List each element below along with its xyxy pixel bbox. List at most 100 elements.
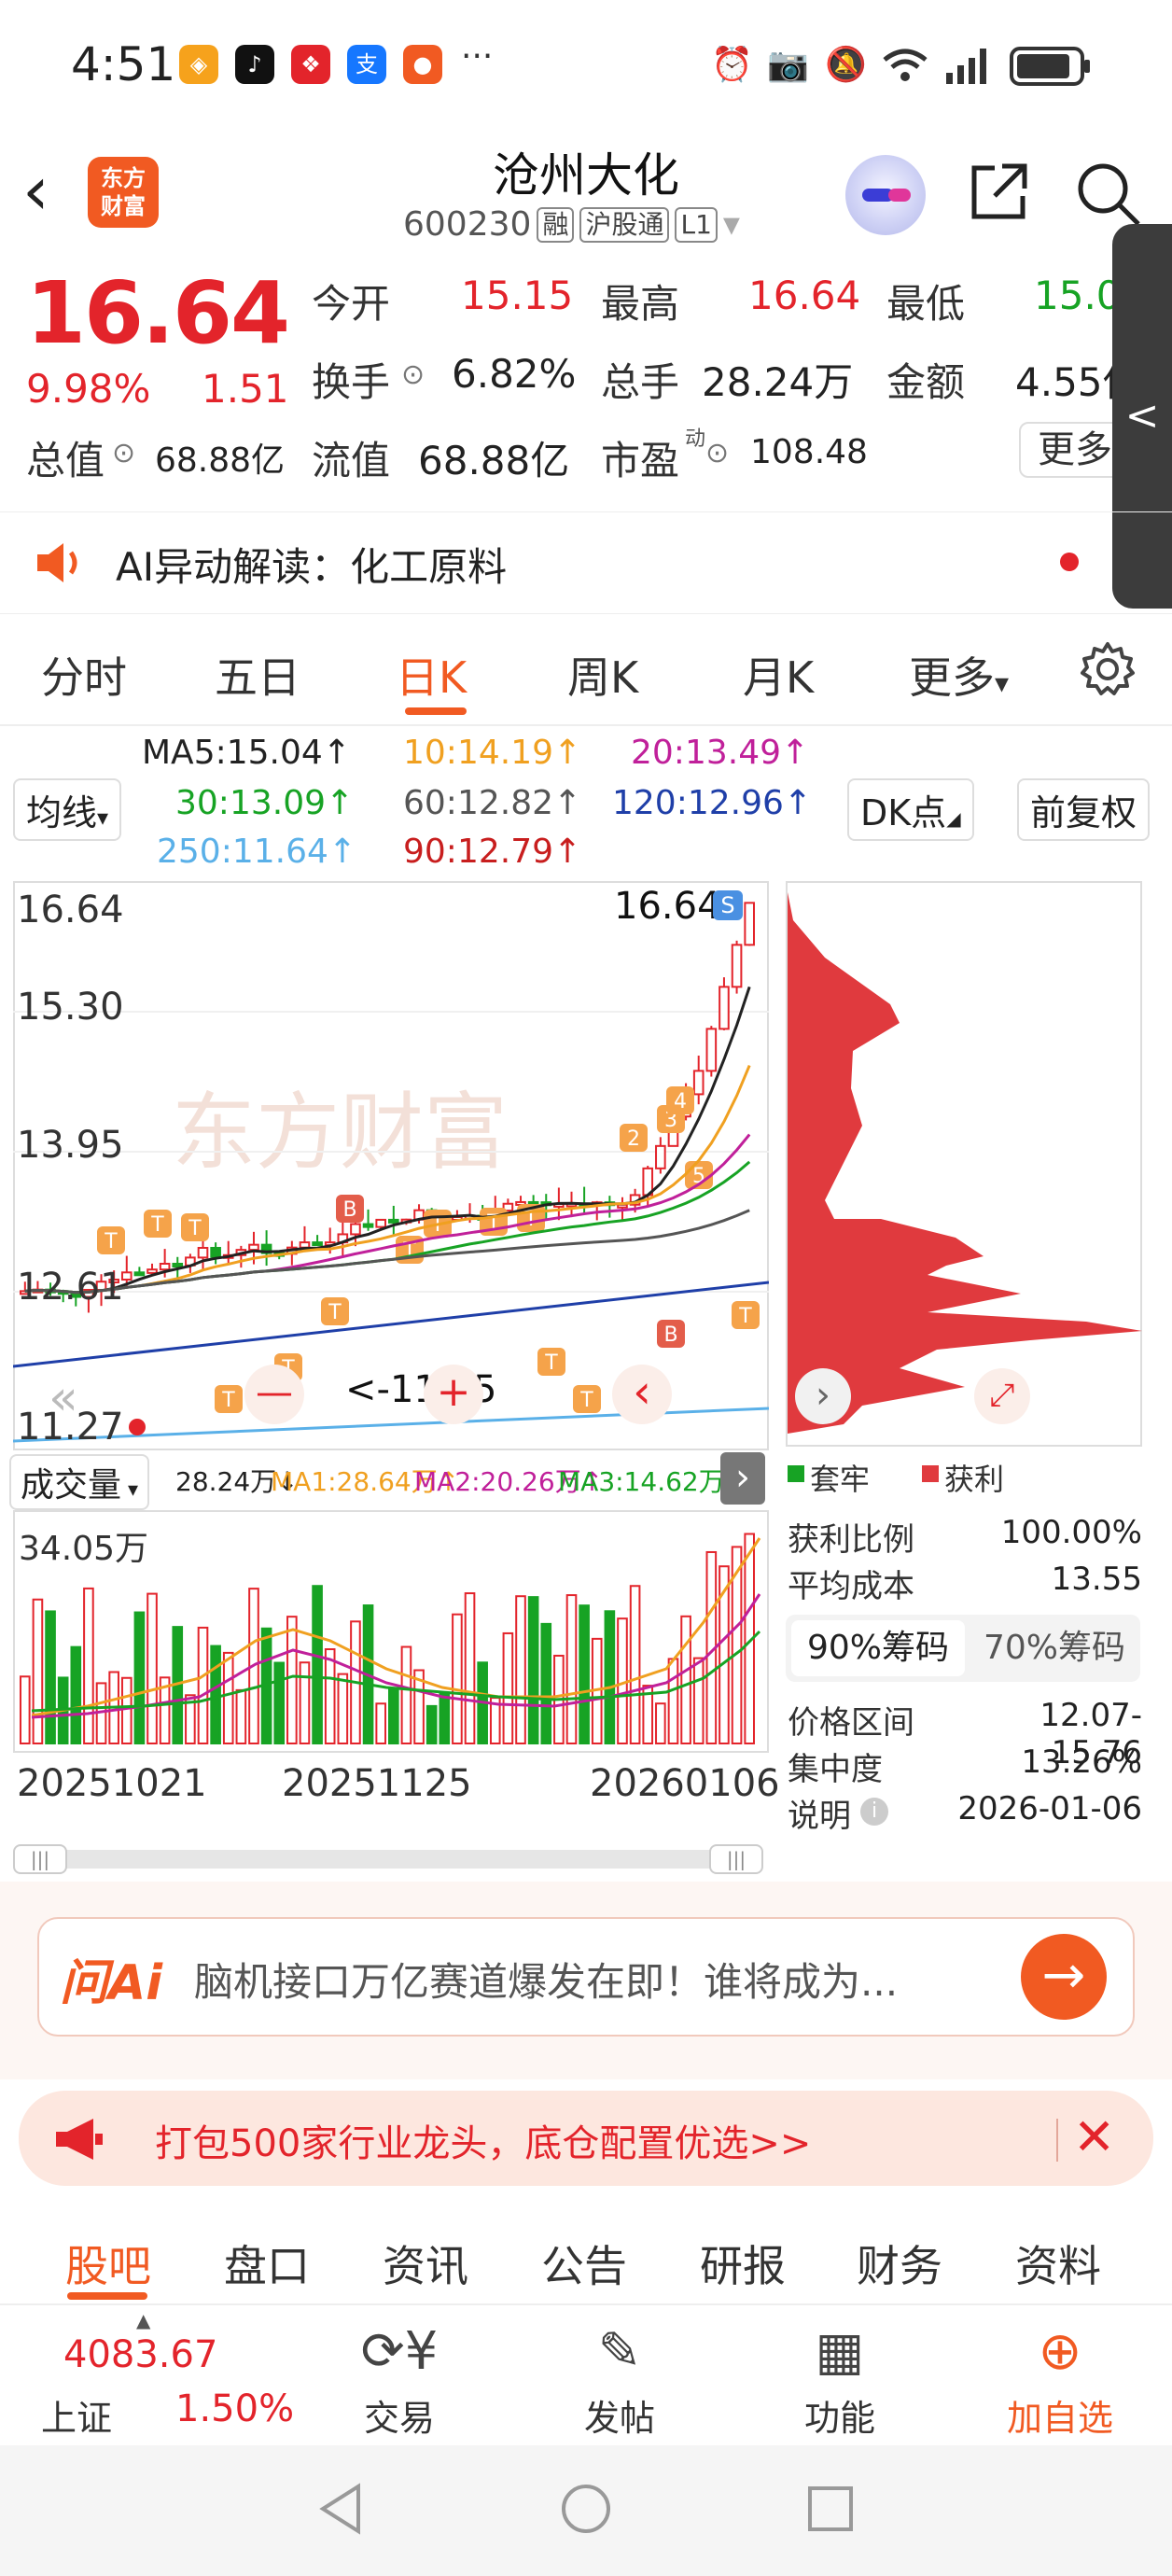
nav-recents-icon[interactable]: [806, 2485, 855, 2533]
avg-cost-label: 平均成本: [788, 1568, 914, 1605]
info-icon[interactable]: ⊙: [112, 437, 135, 469]
volume-bar: [464, 1592, 476, 1745]
tab-research[interactable]: 研报: [700, 2233, 786, 2294]
tab-chip-70[interactable]: 70%筹码: [970, 1620, 1138, 1676]
volume-bar: [120, 1676, 133, 1744]
signal-marker-label: T: [544, 1351, 558, 1375]
tab-underline: [67, 2292, 147, 2300]
chart-scrollbar[interactable]: [13, 1850, 763, 1869]
ma60-value: 60:12.82↑: [403, 784, 582, 822]
ma20-value: 20:13.49↑: [631, 734, 810, 772]
tab-news[interactable]: 资讯: [383, 2233, 468, 2294]
ma-selector[interactable]: 均线▾: [13, 778, 122, 841]
share-icon[interactable]: [967, 159, 1032, 224]
candle: [692, 1070, 705, 1096]
tab-weekly-k[interactable]: 周K: [567, 644, 638, 706]
unread-dot: [1060, 553, 1079, 571]
chevron-right-icon[interactable]: ›: [795, 1368, 851, 1424]
candle: [133, 1271, 146, 1277]
dk-button-label: DK点: [860, 792, 947, 833]
functions-button[interactable]: ▦ 功能: [765, 2315, 914, 2441]
zoom-in-button[interactable]: +: [424, 1365, 483, 1424]
tab-guba[interactable]: 股吧: [65, 2233, 151, 2294]
volume-bar: [388, 1687, 399, 1744]
concentration-label: 集中度: [788, 1751, 883, 1788]
volume-bar: [133, 1611, 146, 1744]
zoom-out-button[interactable]: —: [244, 1365, 304, 1424]
expand-icon[interactable]: ⤢: [974, 1368, 1030, 1424]
wen-ai-logo: 问Ai: [60, 1955, 163, 2011]
tab-pankou[interactable]: 盘口: [224, 2233, 310, 2294]
ai-robot-icon[interactable]: [845, 155, 926, 235]
volume-bar: [579, 1604, 590, 1744]
volume-bar: [45, 1610, 56, 1745]
tab-more-label: 更多: [909, 652, 995, 703]
volume-bar: [32, 1598, 44, 1745]
volume-label: 总手: [601, 359, 680, 405]
candle: [146, 1268, 158, 1274]
add-watchlist-button[interactable]: ⊕ 加自选: [985, 2315, 1135, 2441]
volume-selector[interactable]: 成交量 ▾: [9, 1454, 150, 1510]
alipay-icon: 支: [347, 45, 386, 84]
add-watchlist-label: 加自选: [1006, 2398, 1113, 2439]
search-icon[interactable]: [1073, 159, 1142, 228]
nav-home-icon[interactable]: [560, 2483, 612, 2535]
volume-bar: [299, 1661, 311, 1744]
scroll-left-button[interactable]: ‹: [612, 1365, 672, 1424]
volume-bar: [667, 1658, 679, 1744]
tab-announcements[interactable]: 公告: [541, 2233, 627, 2294]
scroll-handle-left[interactable]: |||: [13, 1844, 67, 1874]
volume-bar: [655, 1702, 666, 1744]
caret-up-icon: ▲: [136, 2309, 151, 2331]
ma30-value: 30:13.09↑: [175, 784, 355, 822]
tab-intraday[interactable]: 分时: [41, 644, 127, 706]
info-icon[interactable]: i: [860, 1798, 888, 1826]
y-label-2: 15.30: [17, 986, 124, 1029]
info-icon[interactable]: ⊙: [401, 358, 425, 391]
mktcap-value: 68.88亿: [155, 441, 286, 480]
sell-signal[interactable]: S: [713, 890, 743, 920]
stock-code-row[interactable]: 600230 融 沪股通 L1 ▾: [403, 205, 740, 244]
wen-ai-prompt: 脑机接口万亿赛道爆发在即！谁将成为...: [194, 1959, 899, 2005]
close-icon[interactable]: ✕: [1073, 2107, 1115, 2166]
arrow-right-icon[interactable]: →: [1021, 1934, 1107, 2020]
signal-marker-label: T: [738, 1305, 752, 1328]
signal-marker-label: 2: [627, 1127, 640, 1151]
candle: [362, 1223, 374, 1228]
candle: [655, 1144, 666, 1169]
chevron-down-icon: ▾: [121, 1478, 139, 1502]
trade-button[interactable]: ⟳¥ 交易: [325, 2315, 474, 2441]
scroll-handle-right[interactable]: |||: [709, 1844, 763, 1874]
price-adjust-button[interactable]: 前复权: [1017, 778, 1151, 841]
volume-bar: [20, 1675, 31, 1744]
tab-chip-90[interactable]: 90%筹码: [791, 1620, 965, 1676]
scroll-left-fast-icon[interactable]: «: [49, 1370, 78, 1426]
tab-more[interactable]: 更多▾: [909, 644, 1009, 706]
connect-tag: 沪股通: [579, 206, 670, 243]
volume-bar: [197, 1626, 209, 1744]
info-icon[interactable]: ⊙: [705, 437, 729, 469]
nav-back-icon[interactable]: [317, 2483, 364, 2535]
dk-button[interactable]: DK点◢: [847, 778, 974, 841]
kline-chart[interactable]: 东方财富 TTTBTTTTTTTTTBT2345 16.64 15.30 13.…: [13, 881, 769, 1450]
tab-profile[interactable]: 资料: [1015, 2233, 1101, 2294]
functions-label: 功能: [803, 2398, 875, 2439]
chip-distribution-chart[interactable]: › ⤢: [786, 881, 1142, 1447]
tab-five-day[interactable]: 五日: [215, 644, 300, 706]
signal-marker-label: B: [342, 1198, 356, 1222]
chevron-right-icon[interactable]: ›: [720, 1452, 765, 1505]
gear-icon[interactable]: [1079, 640, 1137, 698]
note-label: 说明: [788, 1798, 851, 1835]
tab-monthly-k[interactable]: 月K: [743, 644, 814, 706]
post-label: 发帖: [583, 2398, 655, 2439]
tab-daily-k[interactable]: 日K: [396, 644, 467, 706]
index-value[interactable]: 4083.67: [63, 2333, 217, 2376]
pe-superscript: 动: [685, 427, 706, 451]
signal-marker-label: T: [221, 1389, 235, 1412]
candle: [731, 944, 743, 988]
volume-chart[interactable]: 34.05万: [13, 1510, 769, 1753]
tab-finance[interactable]: 财务: [857, 2233, 942, 2294]
post-button[interactable]: ✎ 发帖: [545, 2315, 694, 2441]
x-date-3: 20260106: [590, 1762, 780, 1805]
volume-bar: [452, 1613, 463, 1745]
